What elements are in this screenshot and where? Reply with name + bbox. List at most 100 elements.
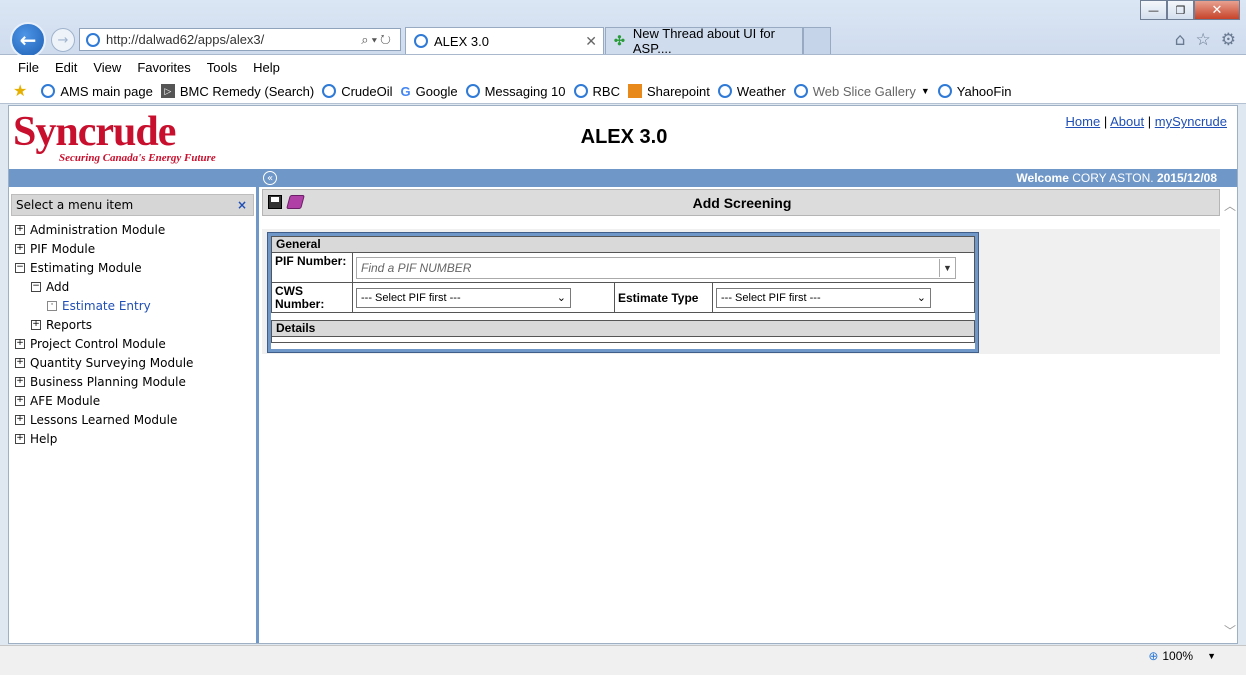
fav-yahoofin[interactable]: YahooFin <box>937 84 1011 99</box>
fav-google[interactable]: G Google <box>401 84 458 99</box>
welcome-user: CORY ASTON. <box>1072 171 1154 185</box>
sidebar-item-reports[interactable]: + Reports <box>15 315 256 334</box>
fav-rbc[interactable]: RBC <box>573 84 620 99</box>
ie-icon <box>717 84 732 98</box>
address-bar[interactable]: http://dalwad62/apps/alex3/ ⌕▾↻ <box>79 28 401 51</box>
sidebar-item-pif[interactable]: + PIF Module <box>15 239 256 258</box>
welcome-text: Welcome CORY ASTON. 2015/12/08 <box>1016 171 1217 185</box>
gear-icon[interactable]: ⚙ <box>1221 30 1236 50</box>
tab-thread[interactable]: ✣ New Thread about UI for ASP.... <box>605 26 803 56</box>
about-link[interactable]: About <box>1110 114 1144 129</box>
close-icon[interactable]: × <box>237 198 247 212</box>
estimate-type-select[interactable]: --- Select PIF first --- ⌄ <box>716 287 931 308</box>
menu-file[interactable]: File <box>18 60 39 75</box>
link-separator: | <box>1147 114 1152 129</box>
close-window-button[interactable]: ✕ <box>1194 0 1240 20</box>
favorites-star[interactable]: ★ <box>13 81 33 101</box>
google-icon: G <box>400 83 411 99</box>
sidebar-item-administration[interactable]: + Administration Module <box>15 220 256 239</box>
zoom-icon: ⊕ <box>1148 649 1159 663</box>
sidebar-item-add[interactable]: − Add <box>15 277 256 296</box>
scroll-up-icon[interactable]: ︿ <box>1224 197 1236 214</box>
browser-titlebar: — ❐ ✕ ← → http://dalwad62/apps/alex3/ ⌕▾… <box>0 0 1246 58</box>
dropdown-arrow-icon[interactable]: ▼ <box>939 258 955 277</box>
arrow-left-icon: ← <box>19 28 37 52</box>
menu-help[interactable]: Help <box>253 60 280 75</box>
ie-icon <box>793 84 808 98</box>
collapse-icon[interactable]: − <box>15 262 25 273</box>
favorites-star-icon[interactable]: ☆ <box>1196 30 1211 50</box>
sidebar-item-label: Quantity Surveying Module <box>30 355 194 370</box>
expand-icon[interactable]: + <box>15 395 25 406</box>
cws-row: CWS Number: --- Select PIF first --- ⌄ E… <box>271 283 975 313</box>
screening-form: General PIF Number: Find a PIF NUMBER ▼ … <box>267 232 979 353</box>
expand-icon[interactable]: + <box>15 376 25 387</box>
expand-icon[interactable]: + <box>15 338 25 349</box>
browser-statusbar: ⊕ 100% ▼ <box>0 645 1246 675</box>
tab-close-icon[interactable]: ✕ <box>585 33 597 50</box>
pif-row: PIF Number: Find a PIF NUMBER ▼ <box>271 253 975 283</box>
fav-webslice[interactable]: Web Slice Gallery ▼ <box>793 84 930 99</box>
back-button[interactable]: ← <box>10 22 46 58</box>
menu-view[interactable]: View <box>93 60 121 75</box>
tab-title: ALEX 3.0 <box>434 33 489 49</box>
cws-number-select[interactable]: --- Select PIF first --- ⌄ <box>356 287 571 308</box>
sidebar-item-estimate-entry[interactable]: · Estimate Entry <box>15 296 256 315</box>
tab-alex[interactable]: ALEX 3.0 ✕ <box>405 27 604 54</box>
sidebar-item-business-planning[interactable]: + Business Planning Module <box>15 372 256 391</box>
expand-icon[interactable]: + <box>15 243 25 254</box>
page-title: Add Screening <box>692 195 792 211</box>
fav-label: Messaging 10 <box>484 83 566 99</box>
fav-messaging[interactable]: Messaging 10 <box>465 83 566 99</box>
minimize-button[interactable]: — <box>1140 0 1167 20</box>
fav-crudeoil[interactable]: CrudeOil <box>322 84 393 99</box>
scroll-down-icon[interactable]: ﹀ <box>1224 622 1236 639</box>
new-tab-button[interactable] <box>803 27 831 54</box>
chevron-down-icon[interactable]: ▼ <box>1207 651 1216 661</box>
forward-button[interactable]: → <box>51 28 75 52</box>
home-icon[interactable]: ⌂ <box>1175 30 1186 50</box>
menu-tools[interactable]: Tools <box>207 60 237 75</box>
expand-icon[interactable]: + <box>31 319 41 330</box>
sidebar-item-label: Administration Module <box>30 222 166 237</box>
ie-page-icon <box>86 32 100 47</box>
menu-favorites[interactable]: Favorites <box>137 60 190 75</box>
expand-icon[interactable]: + <box>15 433 25 444</box>
pif-number-combobox[interactable]: Find a PIF NUMBER ▼ <box>356 256 956 279</box>
sidebar-item-help[interactable]: + Help <box>15 429 256 448</box>
expand-icon[interactable]: + <box>15 414 25 425</box>
expand-icon[interactable]: + <box>15 357 25 368</box>
pif-cell: Find a PIF NUMBER ▼ <box>353 253 959 282</box>
home-link[interactable]: Home <box>1066 114 1101 129</box>
zoom-level: 100% <box>1162 649 1194 663</box>
collapse-icon[interactable]: − <box>31 281 41 292</box>
menu-edit[interactable]: Edit <box>55 60 77 75</box>
sidebar-item-project-control[interactable]: + Project Control Module <box>15 334 256 353</box>
fav-sharepoint[interactable]: Sharepoint <box>627 84 710 99</box>
star-icon: ★ <box>13 83 28 100</box>
search-refresh-icons[interactable]: ⌕▾↻ <box>361 32 400 48</box>
app-header: Syncrude Securing Canada's Energy Future… <box>9 106 1237 169</box>
zoom-control[interactable]: ⊕ 100% ▼ <box>1148 649 1216 663</box>
expand-icon[interactable]: + <box>15 224 25 235</box>
mysyncrude-link[interactable]: mySyncrude <box>1155 114 1227 129</box>
arrow-right-icon: → <box>57 32 69 48</box>
fav-ams[interactable]: AMS main page <box>41 84 153 99</box>
sidebar-item-estimating[interactable]: − Estimating Module <box>15 258 256 277</box>
sidebar-item-quantity-surveying[interactable]: + Quantity Surveying Module <box>15 353 256 372</box>
welcome-prefix: Welcome <box>1016 171 1069 185</box>
collapse-sidebar-icon[interactable]: « <box>263 171 277 185</box>
general-section-header: General <box>271 236 975 253</box>
sidebar-item-afe[interactable]: + AFE Module <box>15 391 256 410</box>
vertical-scrollbar[interactable]: ︿ ﹀ <box>1220 189 1237 643</box>
address-url[interactable]: http://dalwad62/apps/alex3/ <box>106 32 361 47</box>
sidebar: Select a menu item × + Administration Mod… <box>9 187 259 643</box>
fav-bmc[interactable]: ▷ BMC Remedy (Search) <box>160 84 314 99</box>
sidebar-item-label[interactable]: Estimate Entry <box>62 299 151 313</box>
sidebar-item-lessons-learned[interactable]: + Lessons Learned Module <box>15 410 256 429</box>
browser-tools: ⌂ ☆ ⚙ <box>1175 30 1236 50</box>
fav-weather[interactable]: Weather <box>717 84 786 99</box>
maximize-button[interactable]: ❐ <box>1167 0 1194 20</box>
cws-cell: --- Select PIF first --- ⌄ <box>353 283 615 312</box>
